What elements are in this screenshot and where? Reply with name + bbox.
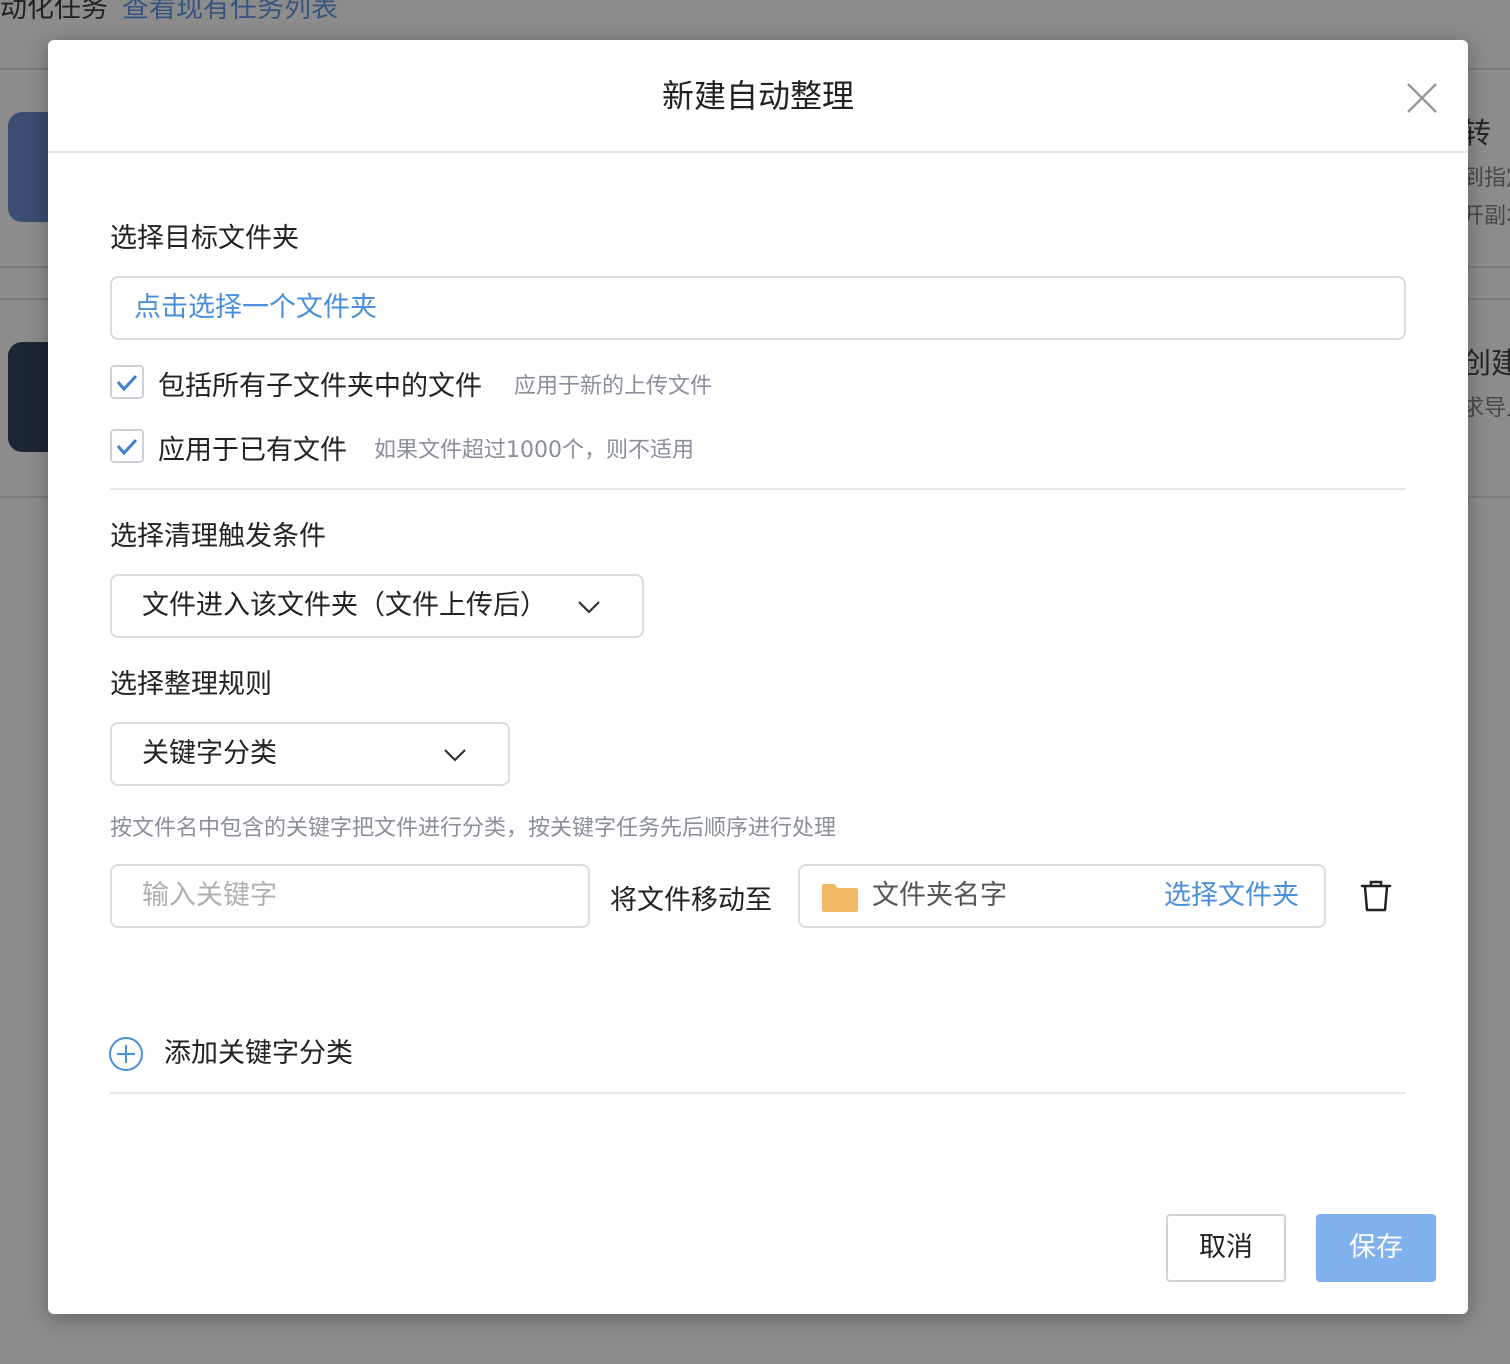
- add-keyword-label: 添加关键字分类: [164, 1038, 353, 1069]
- section-divider: [110, 488, 1406, 490]
- trigger-select[interactable]: 文件进入该文件夹（文件上传后）: [110, 574, 644, 638]
- target-folder-label: 选择目标文件夹: [110, 223, 299, 254]
- background-item-sub: 到指定: [1462, 166, 1510, 191]
- include-subfolders-label: 包括所有子文件夹中的文件: [158, 371, 482, 402]
- rule-description: 按文件名中包含的关键字把文件进行分类，按关键字任务先后顺序进行处理: [110, 816, 837, 841]
- keyword-input-placeholder: 输入关键字: [142, 880, 277, 911]
- plus-circle-icon: [109, 1037, 143, 1071]
- section-divider: [110, 1092, 1406, 1094]
- rule-select[interactable]: 关键字分类: [110, 722, 510, 786]
- rule-label: 选择整理规则: [110, 669, 272, 700]
- cancel-button[interactable]: 取消: [1166, 1214, 1286, 1282]
- folder-icon: [822, 884, 858, 912]
- chevron-down-icon: [578, 601, 600, 614]
- background-item-sub: 求导入: [1462, 396, 1510, 421]
- apply-existing-checkbox[interactable]: [110, 429, 144, 463]
- folder-picker-text: 点击选择一个文件夹: [134, 292, 377, 323]
- background-title: 动化任务: [0, 0, 108, 24]
- trigger-selected-value: 文件进入该文件夹（文件上传后）: [142, 590, 547, 621]
- move-to-label: 将文件移动至: [610, 885, 772, 916]
- keyword-input[interactable]: 输入关键字: [110, 864, 590, 928]
- check-icon: [116, 374, 138, 392]
- destination-folder-field: 文件夹名字 选择文件夹: [798, 864, 1326, 928]
- background-item-title: 创建: [1462, 346, 1510, 380]
- dialog-title: 新建自动整理: [661, 77, 854, 115]
- choose-folder-link[interactable]: 选择文件夹: [1164, 866, 1299, 926]
- trigger-label: 选择清理触发条件: [110, 521, 326, 552]
- include-subfolders-hint: 应用于新的上传文件: [514, 374, 713, 399]
- chevron-down-icon: [444, 749, 466, 762]
- apply-existing-label: 应用于已有文件: [158, 435, 347, 466]
- folder-picker[interactable]: 点击选择一个文件夹: [110, 276, 1406, 340]
- add-keyword-button[interactable]: 添加关键字分类: [108, 1034, 428, 1074]
- rule-selected-value: 关键字分类: [142, 738, 277, 769]
- background-header: 动化任务 查看现有任务列表: [0, 0, 338, 25]
- background-item-sub: 开副本: [1462, 204, 1510, 229]
- header-divider: [48, 151, 1468, 153]
- include-subfolders-checkbox[interactable]: [110, 365, 144, 399]
- check-icon: [116, 438, 138, 456]
- trash-icon[interactable]: [1358, 878, 1394, 914]
- close-icon[interactable]: [1402, 78, 1442, 118]
- destination-folder-name: 文件夹名字: [872, 880, 1007, 911]
- save-button[interactable]: 保存: [1316, 1214, 1436, 1282]
- background-task-list-link: 查看现有任务列表: [122, 0, 338, 24]
- apply-existing-hint: 如果文件超过1000个，则不适用: [374, 438, 694, 463]
- new-auto-organize-dialog: 新建自动整理 选择目标文件夹 点击选择一个文件夹 包括所有子文件夹中的文件 应用…: [48, 40, 1468, 1314]
